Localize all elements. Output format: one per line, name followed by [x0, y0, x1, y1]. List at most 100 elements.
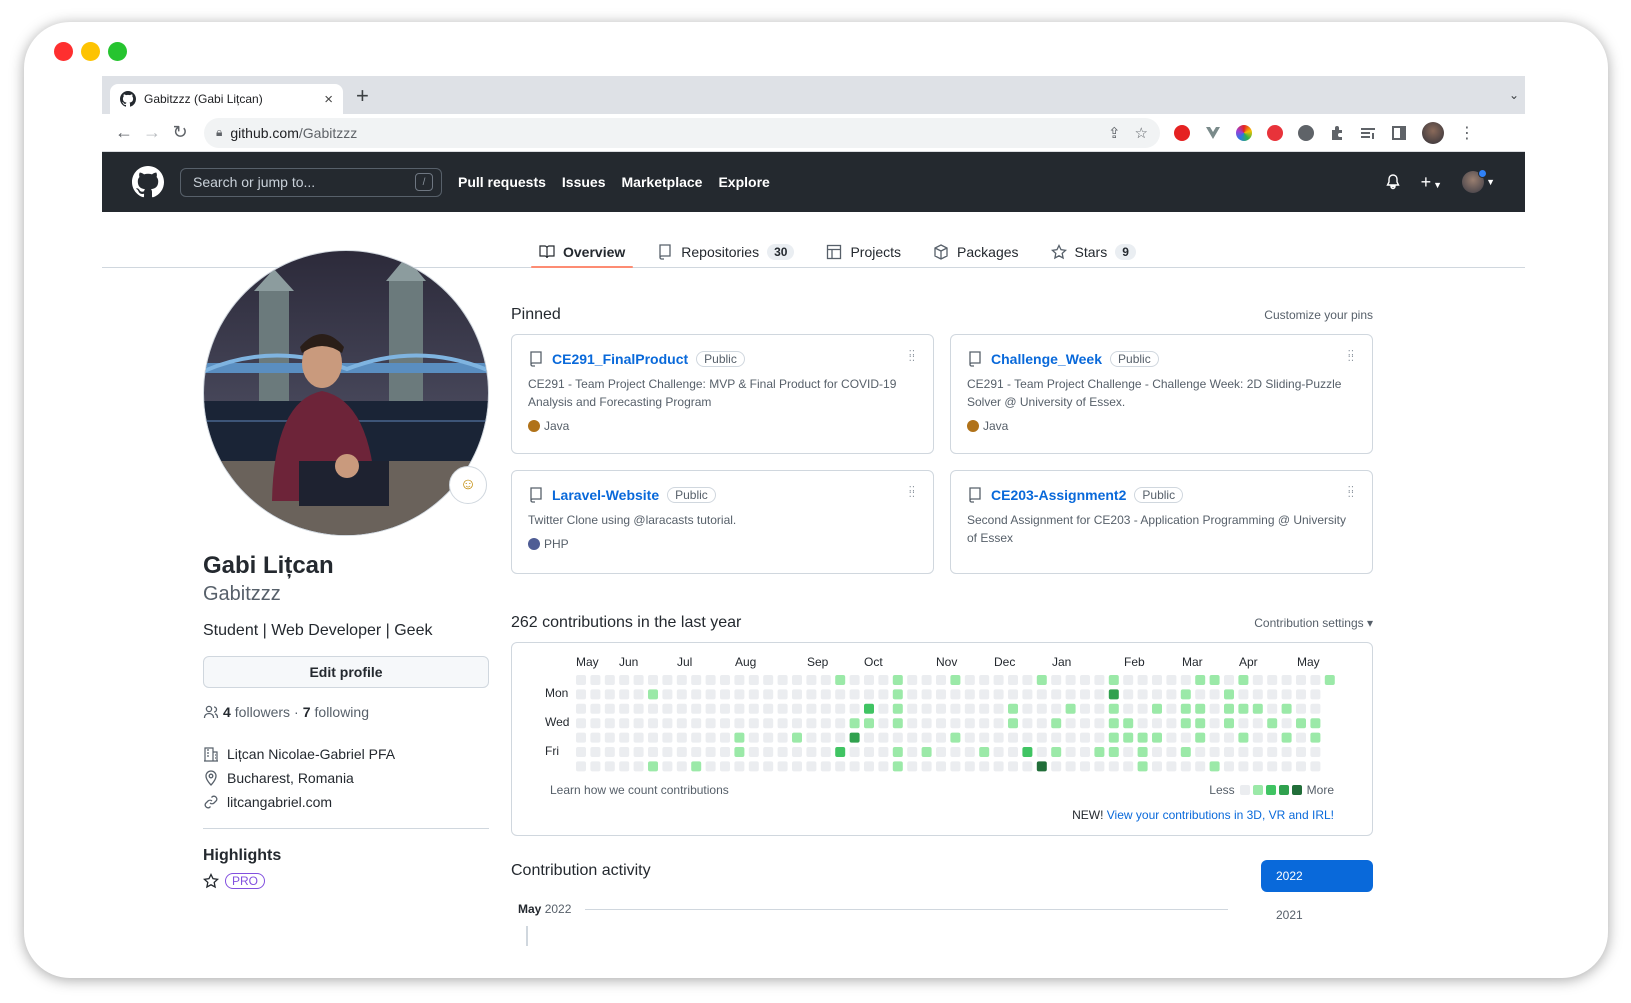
contribution-day[interactable] [590, 761, 601, 772]
drag-handle-icon[interactable]: ⁚⁚ ⁚⁚ [909, 486, 915, 500]
contribution-day[interactable] [1065, 761, 1076, 772]
contribution-day[interactable] [1238, 747, 1249, 757]
contribution-day[interactable] [1080, 675, 1090, 685]
contribution-day[interactable] [576, 675, 586, 685]
contribution-day[interactable] [1051, 689, 1062, 700]
bookmark-star-icon[interactable]: ☆ [1135, 124, 1148, 142]
contribution-day[interactable] [806, 689, 817, 700]
contribution-day[interactable] [1080, 732, 1090, 743]
contribution-day[interactable] [691, 718, 702, 729]
contribution-day[interactable] [676, 747, 687, 757]
contribution-day[interactable] [1180, 689, 1191, 700]
contribution-day[interactable] [1209, 747, 1220, 757]
share-icon[interactable]: ⇪ [1108, 124, 1121, 142]
contribution-day[interactable] [1065, 689, 1076, 700]
contribution-day[interactable] [1238, 732, 1249, 743]
contribution-day[interactable] [777, 761, 788, 772]
contribution-day[interactable] [1036, 747, 1047, 757]
contribution-day[interactable] [849, 761, 860, 772]
color-picker-extension-icon[interactable] [1236, 124, 1252, 141]
contribution-day[interactable] [676, 703, 687, 714]
contribution-day[interactable] [907, 703, 918, 714]
contribution-day[interactable] [864, 675, 874, 685]
contribution-day[interactable] [1296, 718, 1306, 729]
contribution-day[interactable] [806, 761, 817, 772]
pro-badge[interactable]: PRO [225, 873, 266, 889]
contribution-day[interactable] [1152, 675, 1162, 685]
contribution-day[interactable] [820, 703, 831, 714]
contribution-day[interactable] [806, 718, 817, 729]
browser-menu-icon[interactable]: ⋮ [1459, 123, 1475, 143]
contribution-day[interactable] [907, 761, 918, 772]
contribution-day[interactable] [676, 675, 687, 685]
contribution-day[interactable] [792, 732, 802, 743]
contribution-day[interactable] [792, 689, 802, 700]
contribution-day[interactable] [777, 718, 788, 729]
contribution-day[interactable] [1281, 761, 1292, 772]
contribution-day[interactable] [1238, 703, 1249, 714]
contribution-day[interactable] [892, 675, 903, 685]
contribution-day[interactable] [950, 689, 961, 700]
contribution-day[interactable] [1252, 703, 1263, 714]
contribution-day[interactable] [763, 689, 774, 700]
contribution-day[interactable] [1310, 732, 1321, 743]
contribution-day[interactable] [950, 732, 961, 743]
contribution-day[interactable] [1108, 747, 1119, 757]
contribution-day[interactable] [835, 747, 846, 757]
browser-tab[interactable]: Gabitzzz (Gabi Lițcan) × [110, 84, 343, 114]
contribution-day[interactable] [1195, 718, 1206, 729]
contribution-day[interactable] [1008, 718, 1018, 729]
contribution-day[interactable] [748, 732, 759, 743]
contribution-day[interactable] [806, 747, 817, 757]
contribution-day[interactable] [1108, 703, 1119, 714]
contribution-day[interactable] [792, 675, 802, 685]
contribution-day[interactable] [835, 761, 846, 772]
contribution-day[interactable] [720, 761, 730, 772]
contribution-day[interactable] [1281, 747, 1292, 757]
contribution-day[interactable] [964, 675, 975, 685]
contribution-day[interactable] [1224, 689, 1234, 700]
nav-explore[interactable]: Explore [718, 174, 769, 190]
contribution-day[interactable] [1267, 703, 1278, 714]
contribution-day[interactable] [748, 675, 759, 685]
contribution-day[interactable] [604, 761, 615, 772]
contribution-day[interactable] [1036, 703, 1047, 714]
contribution-day[interactable] [619, 761, 630, 772]
contribution-day[interactable] [676, 718, 687, 729]
address-bar[interactable]: 🔒︎ github.com/Gabitzzz ⇪ ☆ [204, 117, 1160, 148]
contribution-day[interactable] [648, 761, 658, 772]
contribution-day[interactable] [806, 675, 817, 685]
contribution-day[interactable] [1166, 747, 1177, 757]
contribution-day[interactable] [590, 689, 601, 700]
contribution-day[interactable] [691, 747, 702, 757]
contribution-day[interactable] [619, 718, 630, 729]
contribution-day[interactable] [777, 675, 788, 685]
contribution-day[interactable] [777, 732, 788, 743]
contribution-day[interactable] [1224, 747, 1234, 757]
bell-icon[interactable] [1385, 174, 1401, 190]
contribution-day[interactable] [1022, 747, 1033, 757]
contribution-day[interactable] [878, 675, 889, 685]
website-link[interactable]: litcangabriel.com [227, 794, 332, 810]
year-2022-button[interactable]: 2022 [1261, 860, 1373, 892]
contribution-day[interactable] [691, 761, 702, 772]
contribution-day[interactable] [1310, 689, 1321, 700]
contribution-day[interactable] [1022, 732, 1033, 743]
contribution-day[interactable] [792, 747, 802, 757]
contribution-day[interactable] [633, 718, 644, 729]
tab-repositories[interactable]: Repositories 30 [649, 228, 802, 268]
contribution-day[interactable] [964, 761, 975, 772]
contribution-day[interactable] [993, 732, 1004, 743]
contribution-day[interactable] [820, 761, 831, 772]
contribution-day[interactable] [1238, 718, 1249, 729]
contribution-day[interactable] [1209, 689, 1220, 700]
contribution-day[interactable] [1123, 675, 1134, 685]
contribution-day[interactable] [1166, 761, 1177, 772]
contribution-day[interactable] [849, 703, 860, 714]
maximize-window-button[interactable] [108, 42, 127, 61]
contribution-day[interactable] [1080, 761, 1090, 772]
contribution-day[interactable] [1051, 675, 1062, 685]
contribution-day[interactable] [633, 761, 644, 772]
contribution-day[interactable] [864, 732, 874, 743]
contribution-day[interactable] [720, 718, 730, 729]
